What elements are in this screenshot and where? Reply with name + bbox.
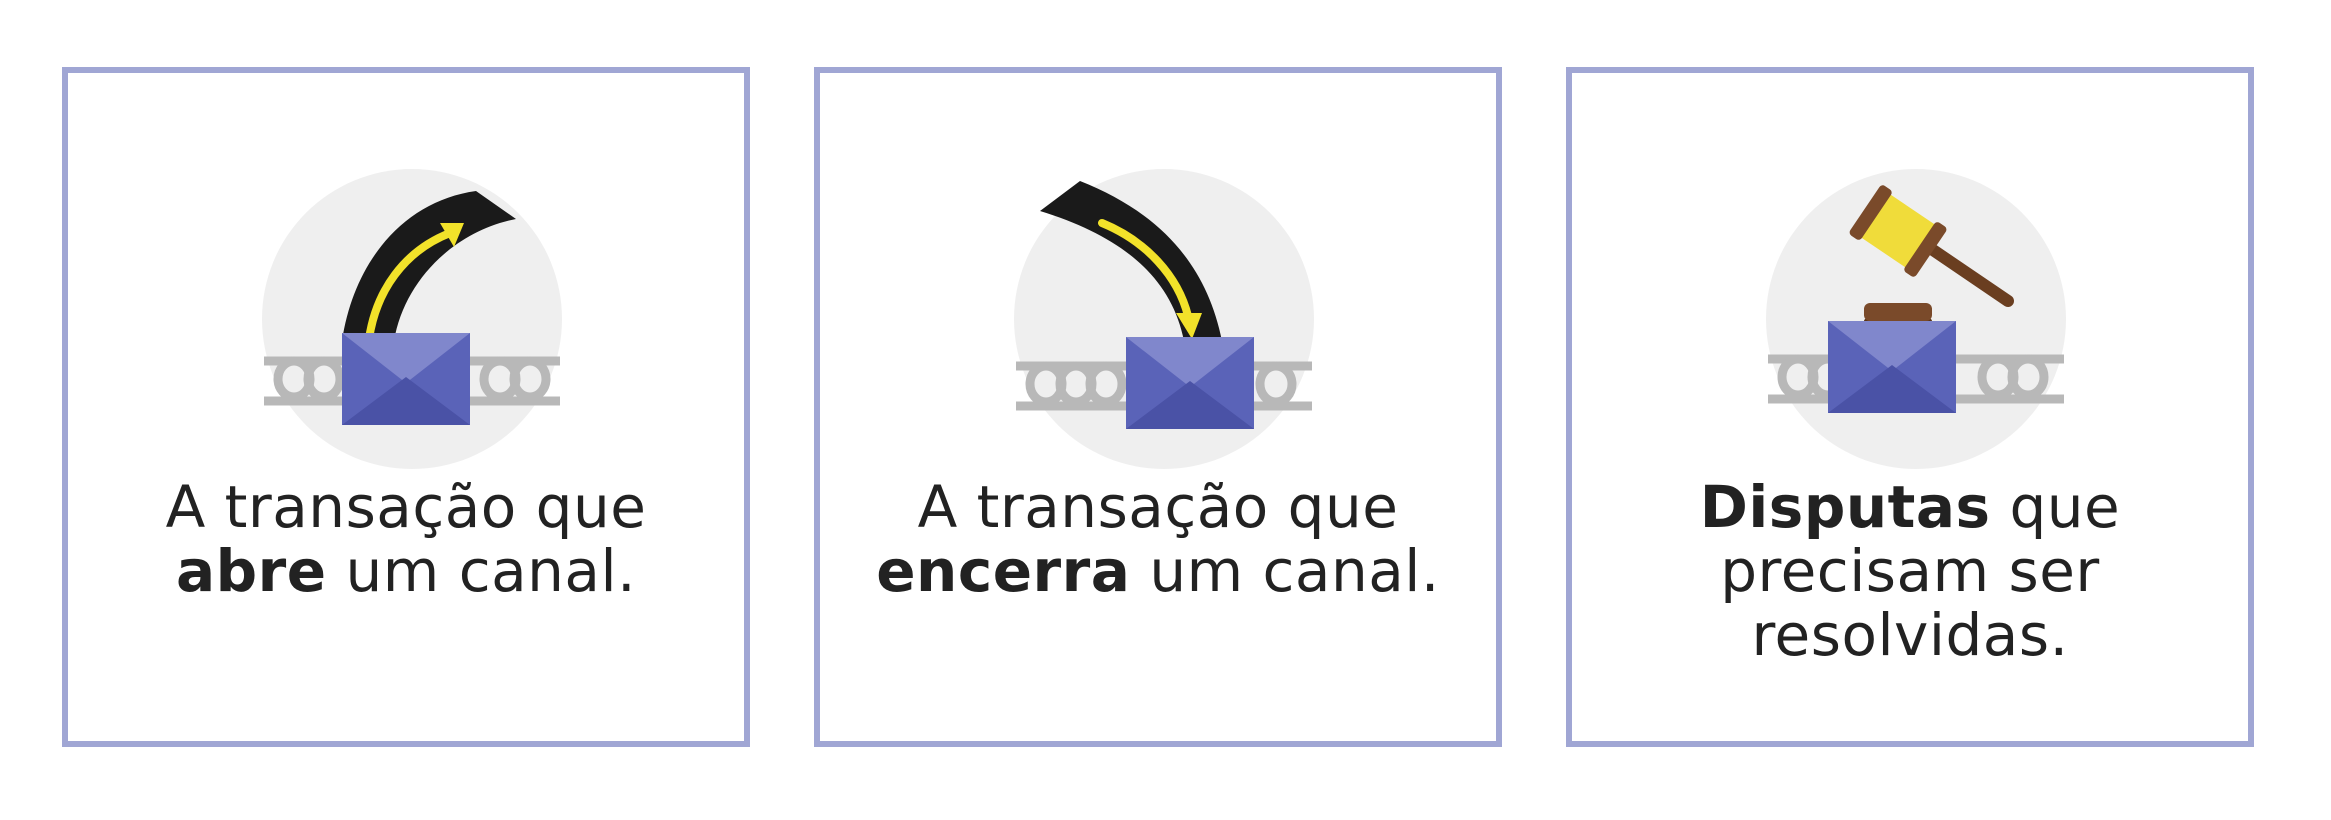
gavel-dispute-icon [1758, 161, 2074, 477]
caption-bold-word: encerra [876, 537, 1131, 605]
caption-line1-rest: que [1990, 473, 2121, 541]
caption-bold-word: Disputas [1699, 473, 1991, 541]
caption-line1: A transação que [165, 473, 647, 541]
open-channel-icon [254, 161, 570, 477]
close-channel-icon [1006, 161, 1322, 477]
caption-bold-word: abre [175, 537, 327, 605]
card-disputes: Disputas que precisam ser resolvidas. [1566, 67, 2254, 747]
caption-line3: resolvidas. [1751, 601, 2069, 669]
card-open-channel: A transação que abre um canal. [62, 67, 750, 747]
caption-line2-rest: um canal. [1130, 537, 1440, 605]
caption-line2-rest: um canal. [326, 537, 637, 605]
card-close-channel: A transação que encerra um canal. [814, 67, 1502, 747]
caption-close-channel: A transação que encerra um canal. [840, 475, 1476, 603]
caption-disputes: Disputas que precisam ser resolvidas. [1592, 475, 2228, 667]
caption-open-channel: A transação que abre um canal. [88, 475, 724, 603]
caption-line2: precisam ser [1720, 537, 2100, 605]
caption-line1: A transação que [917, 473, 1399, 541]
